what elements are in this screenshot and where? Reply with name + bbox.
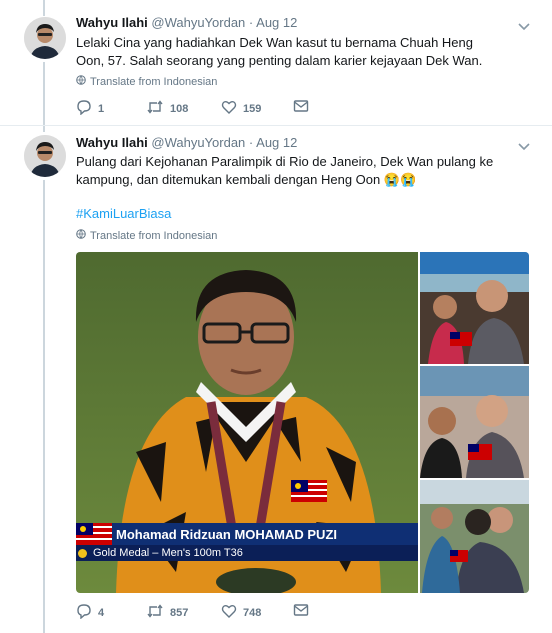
- like-count: 748: [243, 606, 262, 619]
- tweet[interactable]: Wahyu Ilahi @WahyuYordan · Aug 12 Lelaki…: [0, 0, 552, 126]
- separator: ·: [248, 135, 254, 150]
- embrace-photo: [420, 480, 529, 593]
- separator: ·: [248, 15, 254, 30]
- chevron-down-icon[interactable]: [518, 138, 530, 151]
- translate-label: Translate from Indonesian: [90, 75, 218, 88]
- heart-icon: [221, 99, 237, 118]
- author-handle[interactable]: @WahyuYordan: [151, 15, 245, 30]
- reply-count: 4: [98, 606, 105, 619]
- broadcast-caption: Mohamad Ridzuan MOHAMAD PUZI Gold Medal …: [76, 523, 418, 561]
- media-photo-side[interactable]: [420, 480, 529, 593]
- hashtag-link[interactable]: #KamiLuarBiasa: [76, 206, 171, 221]
- crowd-photo: [420, 252, 529, 364]
- globe-icon: [76, 229, 86, 242]
- tweet-header: Wahyu Ilahi @WahyuYordan · Aug 12: [76, 135, 297, 150]
- tweet-header: Wahyu Ilahi @WahyuYordan · Aug 12: [76, 15, 297, 30]
- envelope-icon: [293, 99, 309, 116]
- tweet[interactable]: Wahyu Ilahi @WahyuYordan · Aug 12 Pulang…: [0, 126, 552, 633]
- translate-link[interactable]: Translate from Indonesian: [76, 75, 217, 88]
- media-photo-side[interactable]: [420, 366, 529, 478]
- like-count: 159: [243, 102, 262, 115]
- caption-athlete-name: Mohamad Ridzuan MOHAMAD PUZI: [116, 526, 337, 542]
- caption-name-bar: Mohamad Ridzuan MOHAMAD PUZI: [76, 523, 418, 545]
- reply-icon: [76, 99, 92, 118]
- direct-message-button[interactable]: [293, 603, 309, 620]
- author-name[interactable]: Wahyu Ilahi: [76, 135, 148, 150]
- malaysia-flag-icon: [76, 523, 112, 545]
- media-photo-side[interactable]: [420, 252, 529, 364]
- author-handle[interactable]: @WahyuYordan: [151, 135, 245, 150]
- gold-medal-icon: [78, 548, 87, 558]
- globe-icon: [76, 75, 86, 88]
- tweet-text: Lelaki Cina yang hadiahkan Dek Wan kasut…: [76, 35, 483, 68]
- caption-medal-bar: Gold Medal – Men's 100m T36: [76, 545, 418, 561]
- retweet-count: 857: [170, 606, 189, 619]
- reply-count: 1: [98, 102, 105, 115]
- tweet-media[interactable]: Mohamad Ridzuan MOHAMAD PUZI Gold Medal …: [76, 252, 529, 593]
- translate-link[interactable]: Translate from Indonesian: [76, 229, 217, 242]
- direct-message-button[interactable]: [293, 99, 309, 116]
- tweet-text: Pulang dari Kejohanan Paralimpik di Rio …: [76, 154, 494, 187]
- retweet-icon: [146, 99, 164, 118]
- reply-button[interactable]: 1: [76, 99, 104, 118]
- reply-button[interactable]: 4: [76, 603, 104, 622]
- avatar[interactable]: [24, 17, 66, 59]
- like-button[interactable]: 748: [221, 603, 261, 622]
- retweet-button[interactable]: 108: [146, 99, 188, 118]
- chevron-down-icon[interactable]: [518, 18, 530, 31]
- tweet-date[interactable]: Aug 12: [256, 135, 297, 150]
- retweet-count: 108: [170, 102, 189, 115]
- tweet-date[interactable]: Aug 12: [256, 15, 297, 30]
- like-button[interactable]: 159: [221, 99, 261, 118]
- reply-icon: [76, 603, 92, 622]
- retweet-icon: [146, 603, 164, 622]
- reunion-photo: [420, 366, 529, 478]
- author-name[interactable]: Wahyu Ilahi: [76, 15, 148, 30]
- caption-medal-text: Gold Medal – Men's 100m T36: [93, 547, 243, 559]
- retweet-button[interactable]: 857: [146, 603, 188, 622]
- avatar[interactable]: [24, 135, 66, 177]
- translate-label: Translate from Indonesian: [90, 229, 218, 242]
- media-photo-main[interactable]: Mohamad Ridzuan MOHAMAD PUZI Gold Medal …: [76, 252, 418, 593]
- envelope-icon: [293, 603, 309, 620]
- heart-icon: [221, 603, 237, 622]
